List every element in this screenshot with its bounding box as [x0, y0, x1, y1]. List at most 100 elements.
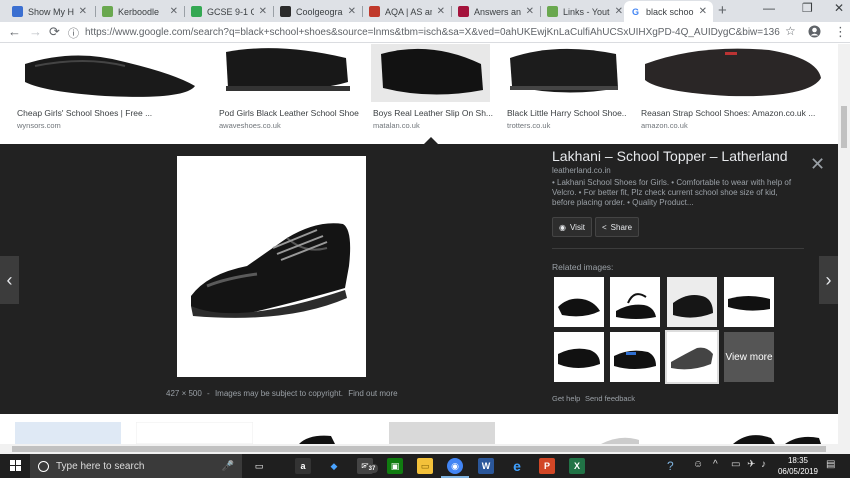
excel-app-icon[interactable]: X — [569, 458, 585, 474]
previous-arrow-icon[interactable]: ‹ — [0, 256, 19, 304]
close-tab-icon[interactable]: ✕ — [170, 6, 178, 17]
address-bar[interactable]: ⓘ https://www.google.com/search?q=black+… — [68, 24, 780, 41]
tab-active[interactable]: G black school s ✕ — [624, 1, 713, 22]
result-image[interactable] — [15, 44, 201, 102]
tab-strip: Show My Hom ✕ Kerboodle ✕ GCSE 9-1 Geo ✕… — [0, 0, 850, 22]
get-help-link[interactable]: Get help — [552, 394, 580, 403]
close-tab-icon[interactable]: ✕ — [79, 6, 87, 17]
forward-arrow-icon[interactable]: → — [29, 24, 42, 39]
clock-time: 18:35 — [787, 456, 809, 465]
edge-app-icon[interactable]: e — [509, 458, 525, 474]
visit-button[interactable]: ◉ Visit — [552, 217, 592, 237]
image-info-line: 427 × 500 - Images may be subject to cop… — [166, 389, 398, 398]
share-button[interactable]: < Share — [595, 217, 640, 237]
result-caption[interactable]: Pod Girls Black Leather School Shoe... — [219, 108, 359, 118]
result-caption[interactable]: Cheap Girls' School Shoes | Free ... — [17, 108, 197, 118]
close-tab-icon[interactable]: ✕ — [615, 6, 623, 17]
xbox-app-icon[interactable]: ▣ — [387, 458, 403, 474]
scrollbar-thumb[interactable] — [841, 106, 847, 148]
send-feedback-link[interactable]: Send feedback — [585, 394, 635, 403]
result-caption[interactable]: Reasan Strap School Shoes: Amazon.co.uk … — [641, 108, 821, 118]
close-tab-icon[interactable]: ✕ — [259, 6, 267, 17]
vertical-scrollbar[interactable] — [838, 44, 850, 444]
result-image[interactable] — [371, 44, 490, 102]
scrollbar-thumb[interactable] — [12, 446, 826, 452]
account-avatar-icon[interactable] — [808, 25, 821, 41]
chevron-up-icon[interactable]: ^ — [713, 459, 718, 470]
menu-dots-icon[interactable]: ⋮ — [834, 24, 847, 40]
bookmark-star-icon[interactable]: ☆ — [785, 24, 796, 38]
favicon-icon — [102, 6, 113, 17]
powerpoint-app-icon[interactable]: P — [539, 458, 555, 474]
related-image[interactable] — [610, 277, 660, 327]
network-icon[interactable]: ✈ — [747, 459, 755, 470]
tab[interactable]: Show My Hom ✕ — [6, 1, 93, 22]
related-image[interactable] — [554, 332, 604, 382]
result-image[interactable] — [136, 422, 253, 444]
next-arrow-icon[interactable]: › — [819, 256, 838, 304]
find-out-more-link[interactable]: Find out more — [348, 389, 397, 398]
notifications-icon[interactable]: ▤ — [826, 459, 835, 470]
result-image[interactable] — [218, 44, 355, 102]
result-image[interactable] — [639, 44, 824, 102]
result-image[interactable] — [389, 422, 495, 444]
related-image[interactable] — [554, 277, 604, 327]
related-image[interactable] — [667, 277, 717, 327]
help-icon[interactable]: ? — [667, 459, 674, 473]
file-explorer-icon[interactable]: ▭ — [417, 458, 433, 474]
info-icon[interactable]: ⓘ — [68, 25, 79, 41]
related-image[interactable] — [610, 332, 660, 382]
tab[interactable]: Links - Youth ✕ — [541, 1, 629, 22]
tab[interactable]: Coolgeograph ✕ — [274, 1, 362, 22]
close-tab-icon[interactable]: ✕ — [526, 6, 534, 17]
volume-icon[interactable]: ♪ — [761, 459, 766, 470]
cortana-circle-icon — [38, 460, 49, 472]
close-window-button[interactable]: ✕ — [834, 1, 844, 15]
amazon-app-icon[interactable]: a — [295, 458, 311, 474]
favicon-icon — [547, 6, 558, 17]
new-tab-button[interactable]: + — [718, 2, 727, 19]
view-more-button[interactable]: View more — [724, 332, 774, 382]
maximize-button[interactable]: ❐ — [802, 1, 813, 15]
microphone-icon[interactable]: 🎤 — [222, 461, 234, 472]
tab[interactable]: GCSE 9-1 Geo ✕ — [185, 1, 273, 22]
tab[interactable]: AQA | AS and ✕ — [363, 1, 451, 22]
preview-title[interactable]: Lakhani – School Topper – Latherland — [552, 148, 788, 164]
horizontal-scrollbar[interactable] — [0, 444, 850, 454]
result-image[interactable] — [506, 44, 623, 102]
image-results-top-row: Cheap Girls' School Shoes | Free ... wyn… — [0, 44, 838, 144]
preview-domain[interactable]: leatherland.co.in — [552, 166, 611, 175]
minimize-button[interactable]: — — [763, 1, 775, 15]
windows-start-icon[interactable] — [10, 460, 22, 472]
related-image-selected[interactable] — [665, 330, 719, 384]
preview-image[interactable] — [177, 156, 366, 377]
dropbox-app-icon[interactable]: ◆ — [326, 458, 342, 474]
close-tab-icon[interactable]: ✕ — [699, 6, 707, 17]
system-clock[interactable]: 18:35 06/05/2019 — [776, 455, 820, 477]
battery-icon[interactable]: ▭ — [731, 459, 740, 470]
search-placeholder: Type here to search — [56, 460, 145, 472]
close-preview-icon[interactable]: ✕ — [810, 154, 825, 175]
close-tab-icon[interactable]: ✕ — [348, 6, 356, 17]
tab-title: Show My Hom — [28, 6, 74, 17]
taskbar-search-box[interactable]: Type here to search 🎤 — [30, 454, 242, 478]
result-caption[interactable]: Black Little Harry School Shoe... — [507, 108, 627, 118]
word-app-icon[interactable]: W — [478, 458, 494, 474]
preview-description: • Lakhani School Shoes for Girls. • Comf… — [552, 178, 792, 207]
tab-title: Kerboodle — [118, 6, 160, 17]
tab[interactable]: Kerboodle ✕ — [96, 1, 184, 22]
related-image[interactable] — [724, 277, 774, 327]
chrome-app-icon[interactable]: ◉ — [447, 458, 463, 474]
result-image[interactable] — [269, 422, 373, 444]
result-image[interactable] — [659, 422, 822, 444]
result-image[interactable] — [15, 422, 121, 444]
back-arrow-icon[interactable]: ← — [8, 24, 21, 39]
result-caption[interactable]: Boys Real Leather Slip On Sh... — [373, 108, 493, 118]
people-icon[interactable]: ☺ — [693, 459, 703, 470]
close-tab-icon[interactable]: ✕ — [437, 6, 445, 17]
reload-icon[interactable]: ⟳ — [49, 24, 60, 40]
result-image[interactable] — [511, 422, 641, 444]
tab[interactable]: Answers and c ✕ — [452, 1, 540, 22]
task-view-icon[interactable]: ▭ — [251, 458, 267, 474]
result-source: wynsors.com — [17, 121, 61, 130]
